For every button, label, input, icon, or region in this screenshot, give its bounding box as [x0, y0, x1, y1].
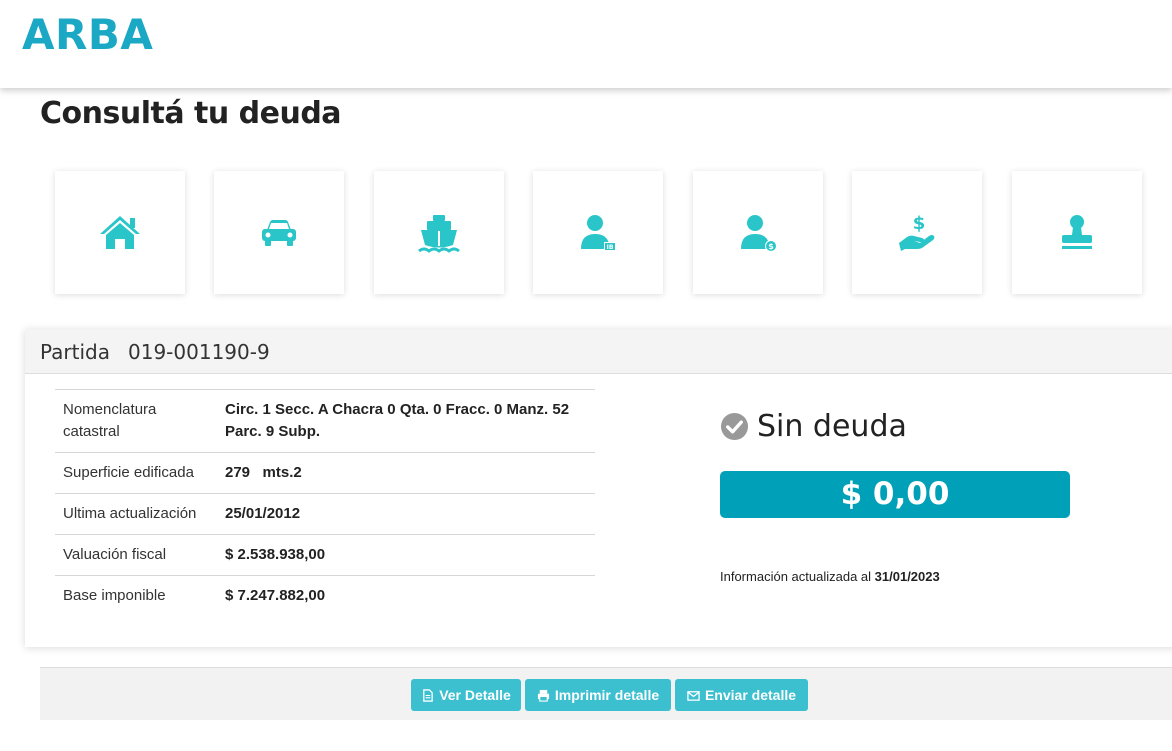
- svg-text:IB: IB: [607, 244, 614, 251]
- tile-planes-de-pago[interactable]: $: [852, 171, 982, 294]
- partida-details-table: Nomenclatura catastral Circ. 1 Secc. A C…: [55, 389, 595, 616]
- partida-header: Partida 019-001190-9: [25, 329, 1172, 374]
- page-title: Consultá tu deuda: [40, 96, 342, 131]
- boat-icon: [418, 214, 460, 253]
- detail-value: Circ. 1 Secc. A Chacra 0 Qta. 0 Fracc. 0…: [225, 401, 570, 440]
- update-info: Información actualizada al 31/01/2023: [720, 569, 940, 584]
- svg-text:$: $: [768, 242, 774, 251]
- detail-key: Nomenclatura catastral: [63, 401, 157, 440]
- actions-bar: Ver Detalle Imprimir detalle Enviar deta…: [40, 667, 1172, 720]
- partida-card: Partida 019-001190-9 Nomenclatura catast…: [25, 329, 1172, 647]
- detail-key: Base imponible: [63, 587, 166, 604]
- stamp-icon: [1062, 214, 1092, 249]
- partida-number: 019-001190-9: [128, 340, 270, 364]
- status-text: Sin deuda: [757, 409, 907, 444]
- car-icon: [262, 219, 296, 246]
- tile-inmobiliario[interactable]: [55, 171, 185, 294]
- person-ib-icon: IB: [581, 214, 616, 251]
- hand-dollar-icon: $: [899, 213, 935, 251]
- table-row: Valuación fiscal $ 2.538.938,00: [55, 534, 595, 576]
- person-dollar-icon: $: [741, 214, 777, 252]
- detail-value: 25/01/2012: [225, 505, 301, 522]
- detail-key: Valuación fiscal: [63, 546, 167, 563]
- enviar-detalle-label: Enviar detalle: [704, 687, 797, 703]
- detail-value: $ 7.247.882,00: [225, 587, 326, 604]
- tile-agentes[interactable]: $: [693, 171, 823, 294]
- detail-key: Superficie edificada: [63, 464, 194, 481]
- arba-logo[interactable]: ARBA: [22, 10, 153, 59]
- check-circle-icon: [720, 412, 749, 441]
- ver-detalle-button[interactable]: Ver Detalle: [411, 679, 521, 711]
- ver-detalle-label: Ver Detalle: [439, 687, 511, 703]
- partida-label: Partida: [40, 340, 110, 364]
- detail-value: 279 mts.2: [225, 464, 302, 481]
- print-icon: [537, 689, 549, 702]
- svg-text:$: $: [913, 213, 926, 234]
- tile-embarcaciones[interactable]: [374, 171, 504, 294]
- imprimir-detalle-button[interactable]: Imprimir detalle: [525, 679, 671, 711]
- house-icon: [100, 215, 140, 249]
- file-icon: [423, 688, 433, 702]
- table-row: Base imponible $ 7.247.882,00: [55, 575, 595, 617]
- enviar-detalle-button[interactable]: Enviar detalle: [675, 679, 808, 711]
- table-row: Superficie edificada 279 mts.2: [55, 452, 595, 494]
- update-date: 31/01/2023: [874, 569, 940, 584]
- site-header: ARBA: [0, 0, 1172, 88]
- imprimir-detalle-label: Imprimir detalle: [554, 687, 660, 703]
- debt-status: Sin deuda: [720, 409, 907, 444]
- debt-amount: $ 0,00: [720, 471, 1070, 518]
- update-prefix: Información actualizada al: [720, 569, 875, 584]
- envelope-icon: [687, 690, 700, 701]
- tile-sellos[interactable]: [1012, 171, 1142, 294]
- detail-key: Ultima actualización: [63, 505, 197, 522]
- detail-value: $ 2.538.938,00: [225, 546, 326, 563]
- table-row: Nomenclatura catastral Circ. 1 Secc. A C…: [55, 389, 595, 453]
- tile-ingresos-brutos[interactable]: IB: [533, 171, 663, 294]
- tile-automotor[interactable]: [214, 171, 344, 294]
- table-row: Ultima actualización 25/01/2012: [55, 493, 595, 535]
